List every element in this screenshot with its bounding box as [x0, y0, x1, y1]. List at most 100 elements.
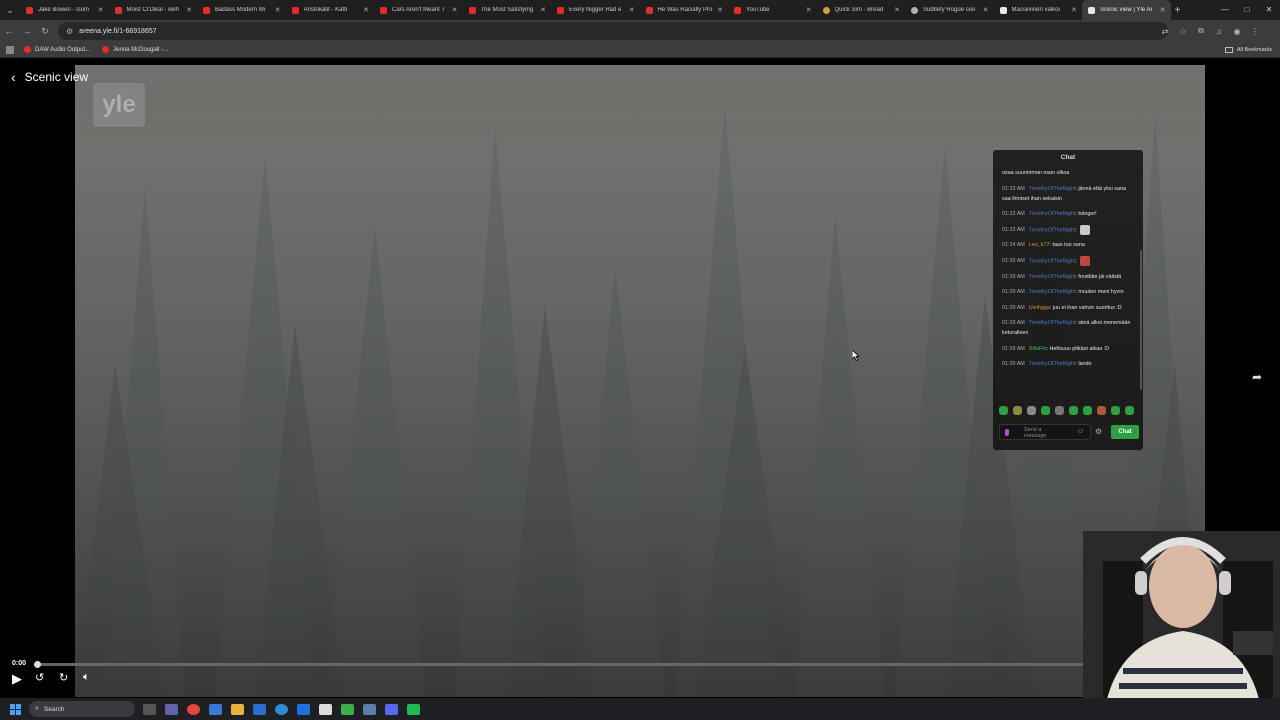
back-button[interactable]: ‹ Scenic view [11, 69, 88, 85]
calendar-icon[interactable] [209, 703, 222, 715]
emote-button[interactable] [1013, 406, 1022, 415]
tab-close-icon[interactable]: ✕ [185, 6, 193, 14]
emote-button[interactable] [1069, 406, 1078, 415]
spotify-icon[interactable] [407, 703, 420, 715]
tab-close-icon[interactable]: ✕ [451, 6, 459, 14]
emote-button[interactable] [1083, 406, 1092, 415]
apps-grid-icon[interactable] [6, 45, 14, 54]
tab-close-icon[interactable]: ✕ [893, 6, 901, 14]
windows-start-icon[interactable] [10, 703, 21, 715]
chat-scrollbar[interactable] [1140, 250, 1142, 390]
browser-tab[interactable]: Cars Aren't Meant T ✕ [374, 0, 463, 20]
taskbar-search-box[interactable]: ⌕ Search [29, 701, 135, 717]
chat-username[interactable]: TimothyOfTheNight [1029, 227, 1076, 233]
browser-tab[interactable]: Jake Bowen - Isom ✕ [20, 0, 109, 20]
new-tab-button[interactable]: + [1171, 5, 1185, 16]
facebook-icon[interactable] [297, 703, 310, 715]
emoji-icon[interactable]: ☺ [1077, 428, 1084, 435]
emote-button[interactable] [1055, 406, 1064, 415]
chat-message-input[interactable]: Send a message ☺ [999, 424, 1091, 440]
bookmark-item[interactable]: Jenna McDougall -... [102, 46, 168, 53]
chat-username[interactable]: SillaFin [1029, 346, 1047, 352]
emote-button[interactable] [1111, 406, 1120, 415]
chat-username[interactable]: TimothyOfTheNight [1029, 211, 1076, 217]
browser-tab[interactable]: Every Nigger Had e ✕ [551, 0, 640, 20]
tab-close-icon[interactable]: ✕ [982, 6, 990, 14]
tab-close-icon[interactable]: ✕ [1159, 6, 1167, 14]
edge-icon[interactable] [275, 703, 288, 715]
discord-icon[interactable] [385, 703, 398, 715]
maximize-icon[interactable]: □ [1236, 0, 1258, 20]
progress-bar[interactable] [34, 661, 1265, 668]
browser-tab[interactable]: Scenic view | Yle Ar ✕ [1082, 0, 1171, 20]
tab-close-icon[interactable]: ✕ [628, 6, 636, 14]
tab-close-icon[interactable]: ✕ [539, 6, 547, 14]
teams-icon[interactable] [165, 703, 178, 715]
forward-10-icon[interactable]: ↻ [59, 671, 68, 684]
tab-close-icon[interactable]: ✕ [716, 6, 724, 14]
task-view-icon[interactable] [143, 703, 156, 715]
emote-button[interactable] [1027, 406, 1036, 415]
store-icon[interactable] [341, 703, 354, 715]
chat-username[interactable]: Uwihgga [1029, 305, 1050, 311]
chat-username[interactable]: TimothyOfTheNight [1029, 274, 1076, 280]
window-controls: — □ ✕ [1214, 0, 1280, 20]
browser-tab[interactable]: The Most Satisfying ✕ [463, 0, 552, 20]
media-icon[interactable]: ♫ [1210, 27, 1228, 36]
browser-tab[interactable]: Massiivinen valkoi ✕ [994, 0, 1083, 20]
tab-title: Cars Aren't Meant T [392, 7, 446, 13]
tab-search-icon[interactable]: ⌄ [0, 0, 20, 20]
browser-tab[interactable]: YouTube ✕ [728, 0, 817, 20]
emote-button[interactable] [1041, 406, 1050, 415]
emote-button[interactable] [1125, 406, 1134, 415]
chat-settings-icon[interactable]: ⚙ [1095, 427, 1102, 436]
profile-icon[interactable]: ◉ [1228, 27, 1246, 36]
tab-close-icon[interactable]: ✕ [362, 6, 370, 14]
play-icon[interactable]: ▶ [12, 671, 22, 687]
emote-button[interactable] [999, 406, 1008, 415]
extensions-icon[interactable]: ⧉ [1192, 26, 1210, 36]
back-arrow-icon[interactable]: ← [0, 26, 18, 36]
tab-close-icon[interactable]: ✕ [274, 6, 282, 14]
tab-close-icon[interactable]: ✕ [1070, 6, 1078, 14]
chat-username[interactable]: TimothyOfTheNight [1029, 320, 1076, 326]
tab-close-icon[interactable]: ✕ [805, 6, 813, 14]
chat-username[interactable]: TimothyOfTheNight [1029, 361, 1076, 367]
chat-username[interactable]: TimothyOfTheNight [1029, 258, 1076, 264]
browser-tab[interactable]: Badass Modern Mi ✕ [197, 0, 286, 20]
minimize-icon[interactable]: — [1214, 0, 1236, 20]
chat-send-button[interactable]: Chat [1111, 425, 1139, 439]
steam-icon[interactable] [363, 703, 376, 715]
browser-tab[interactable]: He Was Racially Pro ✕ [640, 0, 729, 20]
chat-username[interactable]: TimothyOfTheNight [1029, 186, 1076, 192]
rewind-10-icon[interactable]: ↺ [35, 671, 44, 684]
youtube-icon [291, 6, 299, 14]
tab-close-icon[interactable]: ✕ [97, 6, 105, 14]
chat-username[interactable]: TimothyOfTheNight [1029, 289, 1076, 295]
bookmark-item[interactable]: DAW Audio Output... [24, 46, 90, 53]
chrome-icon[interactable] [187, 703, 200, 715]
chat-message-list[interactable]: osaa suurimman osan ulkoa 01:23 AM Timothy… [1002, 168, 1136, 398]
x-icon[interactable] [319, 703, 332, 715]
mic-icon[interactable] [1005, 429, 1009, 436]
close-window-icon[interactable]: ✕ [1258, 0, 1280, 20]
translate-icon[interactable]: ⇄ [1156, 27, 1174, 36]
chat-username[interactable]: Leo_k77 [1029, 242, 1050, 248]
emote-button[interactable] [1097, 406, 1106, 415]
url-omnibox[interactable]: ⚙ areena.yle.fi/1-66918657 [58, 22, 1168, 40]
mail-icon[interactable] [253, 703, 266, 715]
file-explorer-icon[interactable] [231, 703, 244, 715]
browser-tab[interactable]: Aristokatit - Katti ✕ [286, 0, 375, 20]
share-icon[interactable]: ➦ [1252, 370, 1262, 384]
browser-tab[interactable]: Moist Cr1tikal - Beh ✕ [109, 0, 198, 20]
browser-tab[interactable]: Subtlety Rogue Gei ✕ [905, 0, 994, 20]
menu-kebab-icon[interactable]: ⋮ [1246, 27, 1264, 36]
bookmark-star-icon[interactable]: ☆ [1174, 27, 1192, 36]
forward-arrow-icon[interactable]: → [18, 26, 36, 36]
all-bookmarks-button[interactable]: All Bookmarks [1224, 42, 1272, 58]
volume-icon[interactable]: 🔈︎ [83, 671, 90, 684]
site-info-icon[interactable]: ⚙ [66, 27, 73, 36]
reload-icon[interactable]: ↻ [36, 26, 54, 37]
progress-knob[interactable] [34, 661, 41, 668]
browser-tab[interactable]: Quick Sim - Bread ✕ [817, 0, 906, 20]
